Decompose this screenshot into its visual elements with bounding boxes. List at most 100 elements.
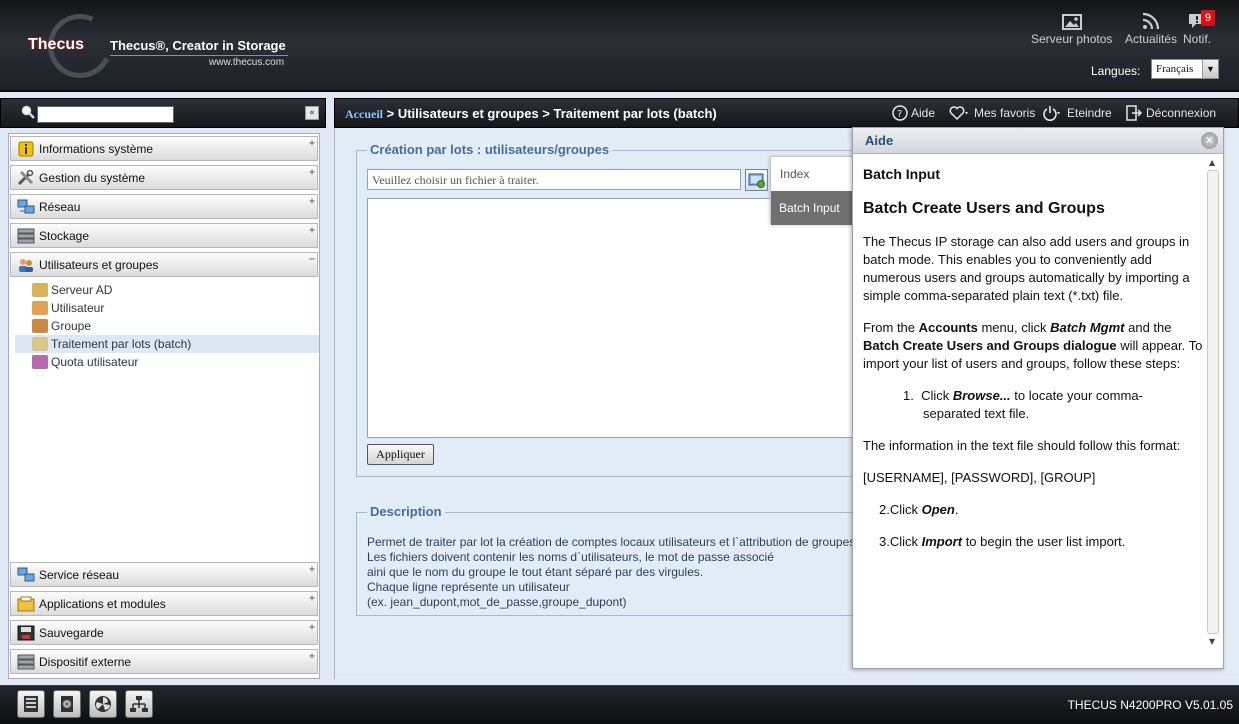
shutdown-button[interactable]: Eteindre	[1042, 105, 1112, 121]
description-line: aini que le nom du groupe le tout étant …	[367, 565, 704, 579]
help-text: menu, click	[977, 320, 1051, 335]
photo-icon	[1061, 14, 1082, 30]
description-line: (ex. jean_dupont,mot_de_passe,groupe_dup…	[367, 595, 627, 609]
expand-icon: +	[308, 138, 315, 149]
favorites-label: Mes favoris	[974, 106, 1036, 120]
browse-file-button[interactable]	[745, 169, 768, 191]
collapse-icon: −	[308, 254, 315, 265]
scroll-thumb[interactable]	[1207, 170, 1219, 634]
server-icon	[24, 696, 38, 712]
backup-icon	[17, 625, 35, 641]
help-index-popup: Index Batch Input	[770, 156, 854, 225]
help-text: and the	[1124, 320, 1172, 335]
help-panel: Aide ✕ Batch Input Batch Create Users an…	[852, 127, 1224, 669]
sidebar-item-users-groups[interactable]: Utilisateurs et groupes −	[10, 252, 318, 277]
sidebar-item-user-quota[interactable]: Quota utilisateur	[15, 353, 319, 371]
sidebar-item-ad-server[interactable]: Serveur AD	[15, 281, 319, 299]
sidebar-item-backup[interactable]: Sauvegarde +	[10, 620, 318, 645]
sidebar-item-user[interactable]: Utilisateur	[15, 299, 319, 317]
file-path-input[interactable]: Veuillez choisir un fichier à traiter.	[367, 169, 741, 190]
help-text: 3.Click	[879, 534, 922, 549]
help-button[interactable]: ? Aide	[892, 105, 935, 121]
scroll-down-icon[interactable]: ▼	[1209, 637, 1215, 646]
sidebar-item-storage[interactable]: Stockage +	[10, 223, 318, 248]
help-text: Click	[921, 388, 953, 403]
search-icon	[21, 105, 35, 119]
expand-icon: +	[308, 651, 315, 662]
collapse-sidebar-button[interactable]: «	[305, 106, 319, 120]
help-scrollbar[interactable]: ▲ ▼	[1206, 158, 1220, 646]
browse-file-icon	[748, 173, 765, 188]
footer-network-button[interactable]	[125, 690, 153, 718]
sidebar-item-label: Gestion du système	[39, 170, 146, 185]
batch-content-textarea[interactable]	[367, 198, 862, 438]
app-header: Thecus Thecus®, Creator in Storage www.t…	[0, 0, 1239, 92]
sidebar-item-label: Utilisateur	[51, 301, 105, 315]
sidebar-item-external-device[interactable]: Dispositif externe +	[10, 649, 318, 674]
sidebar-item-label: Groupe	[51, 319, 92, 333]
help-text: .	[954, 502, 959, 517]
help-step-1: 1. Click Browse... to locate your comma-…	[903, 388, 1143, 421]
question-circle-icon: ?	[892, 105, 908, 121]
logout-label: Déconnexion	[1146, 106, 1217, 120]
expand-icon: +	[308, 225, 315, 236]
sidebar-item-system-management[interactable]: Gestion du système +	[10, 165, 318, 190]
users-icon	[17, 257, 35, 273]
external-device-icon	[17, 654, 35, 670]
brand-slogan: Thecus®, Creator in Storage	[110, 38, 286, 53]
sidebar-item-network[interactable]: Réseau +	[10, 194, 318, 219]
apply-button[interactable]: Appliquer	[367, 444, 434, 465]
description-fieldset: Description Permet de traiter par lot la…	[356, 504, 876, 616]
favorites-button[interactable]: Mes favoris	[949, 105, 1035, 121]
footer-disk-button[interactable]	[53, 690, 81, 718]
help-text: to begin the user list import.	[962, 534, 1126, 549]
breadcrumb: Accueil > Utilisateurs et groupes > Trai…	[345, 106, 717, 122]
help-batch-input-link[interactable]: Batch Input	[771, 191, 853, 225]
logout-button[interactable]: Déconnexion	[1125, 105, 1216, 121]
description-text: Permet de traiter par lot la création de…	[367, 535, 862, 610]
notifications-button[interactable]: Notif. 9	[1183, 10, 1216, 46]
sidebar-nav: Informations système + Gestion du systèm…	[8, 133, 320, 679]
scroll-up-icon[interactable]: ▲	[1209, 158, 1215, 167]
sidebar-item-label: Service réseau	[39, 567, 120, 582]
logout-icon	[1126, 105, 1143, 121]
footer-server-button[interactable]	[17, 690, 45, 718]
sidebar-item-label: Sauvegarde	[39, 625, 104, 640]
sidebar-item-group[interactable]: Groupe	[15, 317, 319, 335]
sidebar-item-label: Applications et modules	[39, 596, 166, 611]
help-bold-open: Open	[921, 502, 955, 517]
breadcrumb-path: > Utilisateurs et groupes > Traitement p…	[383, 106, 717, 121]
help-bold-dialog: Batch Create Users and Groups dialogue	[863, 338, 1117, 353]
photo-server-button[interactable]: Serveur photos	[1031, 14, 1112, 46]
help-bold-accounts: Accounts	[918, 320, 978, 335]
heart-icon	[949, 106, 968, 121]
description-line: Permet de traiter par lot la création de…	[367, 535, 859, 549]
notification-count-badge: 9	[1200, 10, 1216, 26]
expand-icon: +	[308, 593, 315, 604]
search-input[interactable]	[37, 106, 174, 123]
firmware-version: THECUS N4200PRO V5.01.05	[1067, 698, 1233, 712]
sidebar-item-label: Réseau	[39, 199, 81, 214]
sidebar-item-batch[interactable]: Traitement par lots (batch)	[15, 335, 319, 353]
sidebar-item-system-info[interactable]: Informations système +	[10, 136, 318, 161]
sidebar-item-label: Quota utilisateur	[51, 355, 139, 369]
help-index-link[interactable]: Index	[771, 157, 853, 191]
disk-icon	[61, 696, 73, 712]
chevron-down-icon: ▼	[1202, 60, 1218, 78]
rss-icon	[1142, 12, 1160, 30]
sidebar-item-apps-modules[interactable]: Applications et modules +	[10, 591, 318, 616]
language-select[interactable]: Français ▼	[1151, 59, 1219, 79]
expand-icon: +	[308, 196, 315, 207]
search-bar: «	[0, 98, 326, 128]
fan-icon	[95, 696, 111, 712]
user-icon	[32, 301, 48, 315]
close-icon[interactable]: ✕	[1201, 132, 1218, 149]
breadcrumb-home-link[interactable]: Accueil	[345, 107, 383, 121]
help-paragraph-1: The Thecus IP storage can also add users…	[863, 234, 1190, 303]
apps-icon	[17, 596, 35, 612]
expand-icon: +	[308, 622, 315, 633]
sidebar-item-network-service[interactable]: Service réseau +	[10, 562, 318, 587]
footer-fan-button[interactable]	[89, 690, 117, 718]
sidebar-item-label: Informations système	[39, 141, 154, 156]
news-button[interactable]: Actualités	[1125, 12, 1177, 46]
